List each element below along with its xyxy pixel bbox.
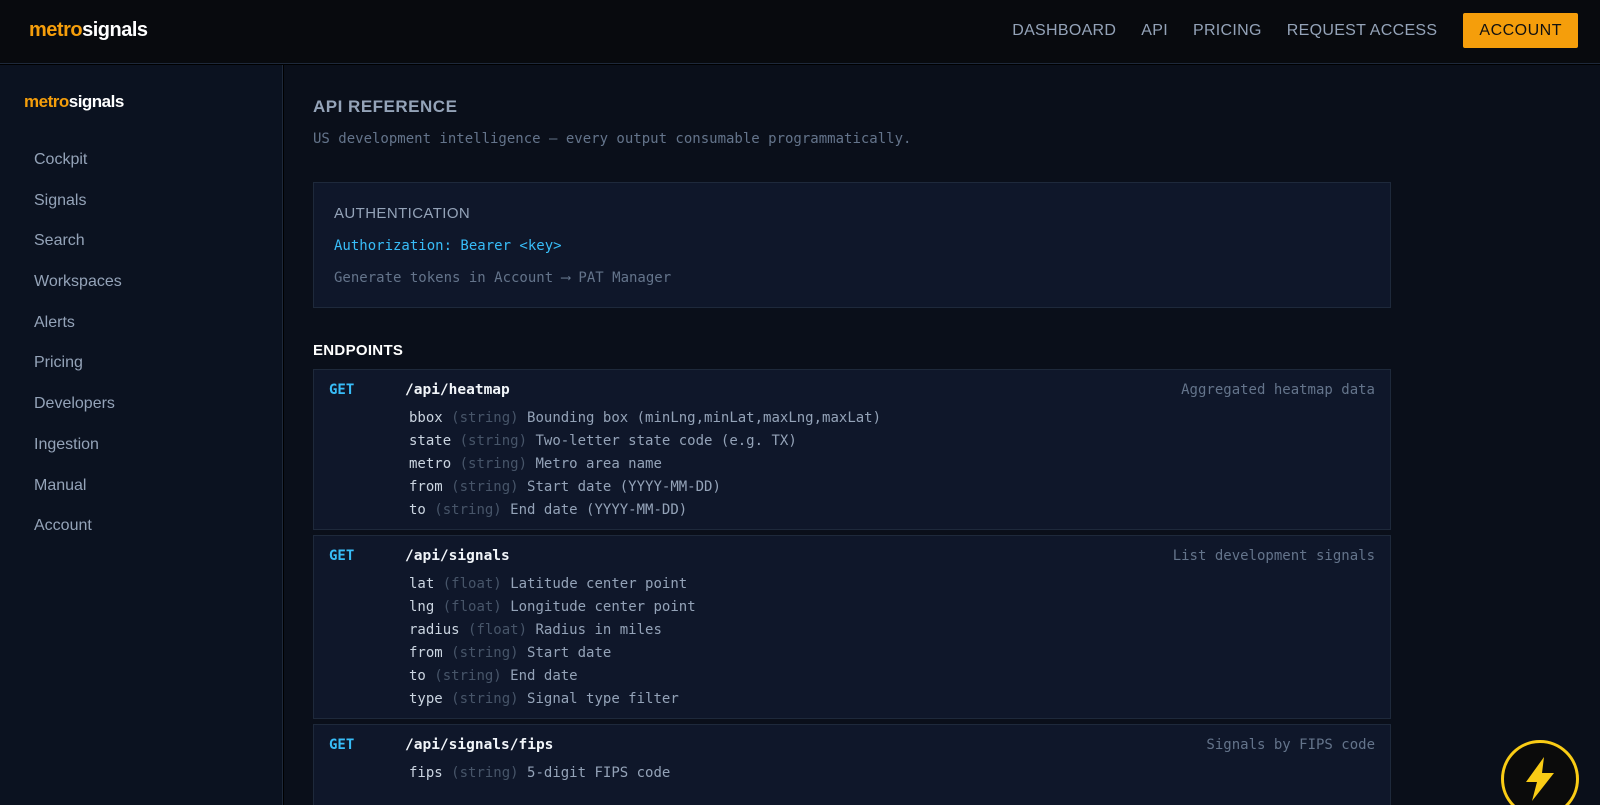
param-type: (string)	[451, 645, 519, 661]
param-desc: 5-digit FIPS code	[527, 765, 671, 781]
endpoint-description: Signals by FIPS code	[1206, 737, 1375, 753]
param-name: metro	[409, 456, 452, 472]
sidebar-item-pricing[interactable]: Pricing	[34, 354, 122, 395]
main-content: API REFERENCE US development intelligenc…	[284, 65, 1600, 805]
param-name: from	[409, 479, 443, 495]
endpoint-description: Aggregated heatmap data	[1181, 382, 1375, 398]
param-type: (string)	[434, 668, 502, 684]
top-bar: metrosignals DASHBOARD API PRICING REQUE…	[0, 0, 1600, 64]
lightning-bolt-icon	[1526, 757, 1554, 801]
endpoint-params: lat (float) Latitude center point lng (f…	[409, 576, 696, 714]
param-desc: Bounding box (minLng,minLat,maxLng,maxLa…	[527, 410, 882, 426]
param-type: (float)	[442, 599, 502, 615]
param-row: type (string) Signal type filter	[409, 691, 696, 714]
param-name: to	[409, 668, 426, 684]
param-name: lat	[409, 576, 435, 592]
param-name: lng	[409, 599, 435, 615]
param-desc: End date (YYYY-MM-DD)	[510, 502, 688, 518]
sidebar: metrosignals Cockpit Signals Search Work…	[0, 65, 283, 805]
param-name: type	[409, 691, 443, 707]
nav-api[interactable]: API	[1141, 22, 1168, 40]
top-nav: DASHBOARD API PRICING REQUEST ACCESS ACC…	[987, 13, 1578, 48]
page-subtitle: US development intelligence — every outp…	[313, 131, 912, 147]
endpoint-path: /api/signals	[405, 548, 510, 564]
param-type: (string)	[451, 410, 519, 426]
endpoint-params: bbox (string) Bounding box (minLng,minLa…	[409, 410, 881, 525]
brand-logo[interactable]: metrosignals	[29, 19, 148, 42]
param-name: state	[409, 433, 452, 449]
auth-note: Generate tokens in Account ⟶ PAT Manager	[334, 270, 672, 286]
param-name: to	[409, 502, 426, 518]
param-desc: Start date (YYYY-MM-DD)	[527, 479, 721, 495]
endpoint-path: /api/signals/fips	[405, 737, 554, 753]
sidebar-item-manual[interactable]: Manual	[34, 477, 122, 518]
param-type: (string)	[451, 691, 519, 707]
sidebar-nav: Cockpit Signals Search Workspaces Alerts…	[34, 151, 122, 558]
param-name: bbox	[409, 410, 443, 426]
param-row: radius (float) Radius in miles	[409, 622, 696, 645]
param-desc: Longitude center point	[510, 599, 696, 615]
endpoint-method: GET	[329, 382, 355, 398]
param-row: bbox (string) Bounding box (minLng,minLa…	[409, 410, 881, 433]
param-name: fips	[409, 765, 443, 781]
endpoint-method: GET	[329, 548, 355, 564]
sidebar-item-alerts[interactable]: Alerts	[34, 314, 122, 355]
param-type: (string)	[434, 502, 502, 518]
param-type: (float)	[442, 576, 502, 592]
param-row: state (string) Two-letter state code (e.…	[409, 433, 881, 456]
param-row: lat (float) Latitude center point	[409, 576, 696, 599]
param-desc: Latitude center point	[510, 576, 688, 592]
param-type: (string)	[459, 433, 528, 449]
param-type: (float)	[468, 622, 528, 638]
param-name: radius	[409, 622, 460, 638]
authentication-card: AUTHENTICATION Authorization: Bearer <ke…	[313, 182, 1391, 308]
param-row: fips (string) 5-digit FIPS code	[409, 765, 670, 788]
account-button[interactable]: ACCOUNT	[1463, 13, 1578, 48]
param-row: from (string) Start date (YYYY-MM-DD)	[409, 479, 881, 502]
sidebar-item-search[interactable]: Search	[34, 232, 122, 273]
param-row: lng (float) Longitude center point	[409, 599, 696, 622]
param-desc: End date	[510, 668, 578, 684]
endpoint-card-signals-fips[interactable]: GET /api/signals/fips Signals by FIPS co…	[313, 724, 1391, 805]
param-row: to (string) End date	[409, 668, 696, 691]
param-row: to (string) End date (YYYY-MM-DD)	[409, 502, 881, 525]
param-desc: Radius in miles	[535, 622, 662, 638]
endpoint-description: List development signals	[1172, 548, 1375, 564]
sidebar-item-ingestion[interactable]: Ingestion	[34, 436, 122, 477]
sidebar-item-workspaces[interactable]: Workspaces	[34, 273, 122, 314]
endpoint-method: GET	[329, 737, 355, 753]
param-desc: Signal type filter	[527, 691, 679, 707]
param-type: (string)	[459, 456, 528, 472]
endpoint-card-signals[interactable]: GET /api/signals List development signal…	[313, 535, 1391, 719]
nav-pricing[interactable]: PRICING	[1193, 22, 1262, 40]
sidebar-item-developers[interactable]: Developers	[34, 395, 122, 436]
param-desc: Metro area name	[535, 456, 662, 472]
param-type: (string)	[451, 479, 519, 495]
endpoints-heading: ENDPOINTS	[313, 342, 404, 359]
sidebar-logo[interactable]: metrosignals	[24, 92, 124, 112]
param-type: (string)	[451, 765, 519, 781]
param-row: metro (string) Metro area name	[409, 456, 881, 479]
sidebar-item-signals[interactable]: Signals	[34, 192, 122, 233]
endpoint-params: fips (string) 5-digit FIPS code	[409, 765, 670, 788]
nav-dashboard[interactable]: DASHBOARD	[1012, 22, 1116, 40]
param-name: from	[409, 645, 443, 661]
sidebar-item-account[interactable]: Account	[34, 517, 122, 558]
page-title: API REFERENCE	[313, 97, 458, 116]
param-row: from (string) Start date	[409, 645, 696, 668]
sidebar-item-cockpit[interactable]: Cockpit	[34, 151, 122, 192]
auth-header-example: Authorization: Bearer <key>	[334, 238, 562, 254]
endpoint-path: /api/heatmap	[405, 382, 510, 398]
endpoint-card-heatmap[interactable]: GET /api/heatmap Aggregated heatmap data…	[313, 369, 1391, 530]
nav-request-access[interactable]: REQUEST ACCESS	[1287, 22, 1438, 40]
param-desc: Start date	[527, 645, 612, 661]
param-desc: Two-letter state code (e.g. TX)	[535, 433, 797, 449]
auth-title: AUTHENTICATION	[334, 205, 471, 222]
